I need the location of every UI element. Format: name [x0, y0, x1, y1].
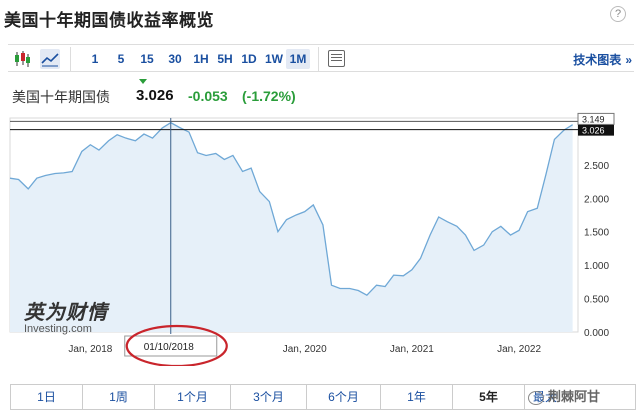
range-1m[interactable]: 1M [286, 49, 310, 69]
y-tick-label: 2.500 [584, 161, 609, 172]
help-icon[interactable]: ? [610, 6, 626, 22]
wechat-tag: 荆棘阿甘 [528, 386, 600, 405]
range-15min[interactable]: 15 [136, 49, 158, 69]
triangle-down-icon [139, 79, 147, 84]
title-bar: 美国十年期国债收益率概览 ? [0, 0, 640, 42]
wechat-icon [528, 390, 544, 405]
x-tick-label: Jan, 2020 [283, 344, 327, 355]
toolbar-divider [318, 47, 319, 71]
price-change: -0.053 [188, 88, 228, 104]
area-chart-icon[interactable] [40, 49, 60, 69]
chart-settings-icon[interactable] [328, 50, 345, 67]
crosshair-date-label: 01/10/2018 [144, 342, 194, 353]
range-1d[interactable]: 1D [238, 49, 260, 69]
period-6m[interactable]: 6个月 [307, 385, 381, 409]
range-5min[interactable]: 5 [112, 49, 130, 69]
range-1h[interactable]: 1H [190, 49, 212, 69]
range-5h[interactable]: 5H [214, 49, 236, 69]
instrument-name: 美国十年期国债 [12, 89, 110, 105]
period-1w[interactable]: 1周 [83, 385, 155, 409]
range-30min[interactable]: 30 [164, 49, 186, 69]
period-1m[interactable]: 1个月 [155, 385, 231, 409]
candlestick-icon[interactable] [12, 49, 32, 69]
y-tick-label: 1.000 [584, 261, 609, 272]
y-tick-label: 0.000 [584, 328, 609, 339]
watermark-logo: 英为财情 Investing.com [24, 296, 108, 335]
wechat-label: 荆棘阿甘 [548, 389, 601, 404]
page-title: 美国十年期国债收益率概览 [4, 11, 214, 30]
x-tick-label: Jan, 2022 [497, 344, 541, 355]
toolbar-divider [70, 47, 71, 71]
period-1d[interactable]: 1日 [11, 385, 83, 409]
price-change-percent: (-1.72%) [242, 88, 296, 104]
y-tick-label: 2.000 [584, 194, 609, 205]
y-tick-label: 0.500 [584, 295, 609, 306]
current-price-label: 3.026 [582, 126, 605, 136]
period-3m[interactable]: 3个月 [231, 385, 307, 409]
chart-toolbar: 1 5 15 30 1H 5H 1D 1W 1M 技术图表» [8, 44, 634, 72]
watermark-brand-cn: 英为财情 [24, 302, 108, 324]
period-1y[interactable]: 1年 [381, 385, 453, 409]
y-tick-label: 1.500 [584, 228, 609, 239]
technical-chart-link[interactable]: 技术图表» [573, 51, 632, 68]
crosshair-value-label: 3.149 [582, 114, 605, 124]
period-5y[interactable]: 5年 [453, 385, 525, 409]
x-tick-label: Jan, 2018 [68, 344, 112, 355]
last-price: 3.026 [136, 87, 174, 104]
technical-chart-label: 技术图表 [573, 53, 622, 67]
range-1w[interactable]: 1W [262, 49, 286, 69]
quote-line: 美国十年期国债 3.026 -0.053 (-1.72%) [12, 79, 296, 107]
x-tick-label: Jan, 2021 [390, 344, 434, 355]
range-1min[interactable]: 1 [86, 49, 104, 69]
double-chevron-right-icon: » [625, 53, 632, 67]
